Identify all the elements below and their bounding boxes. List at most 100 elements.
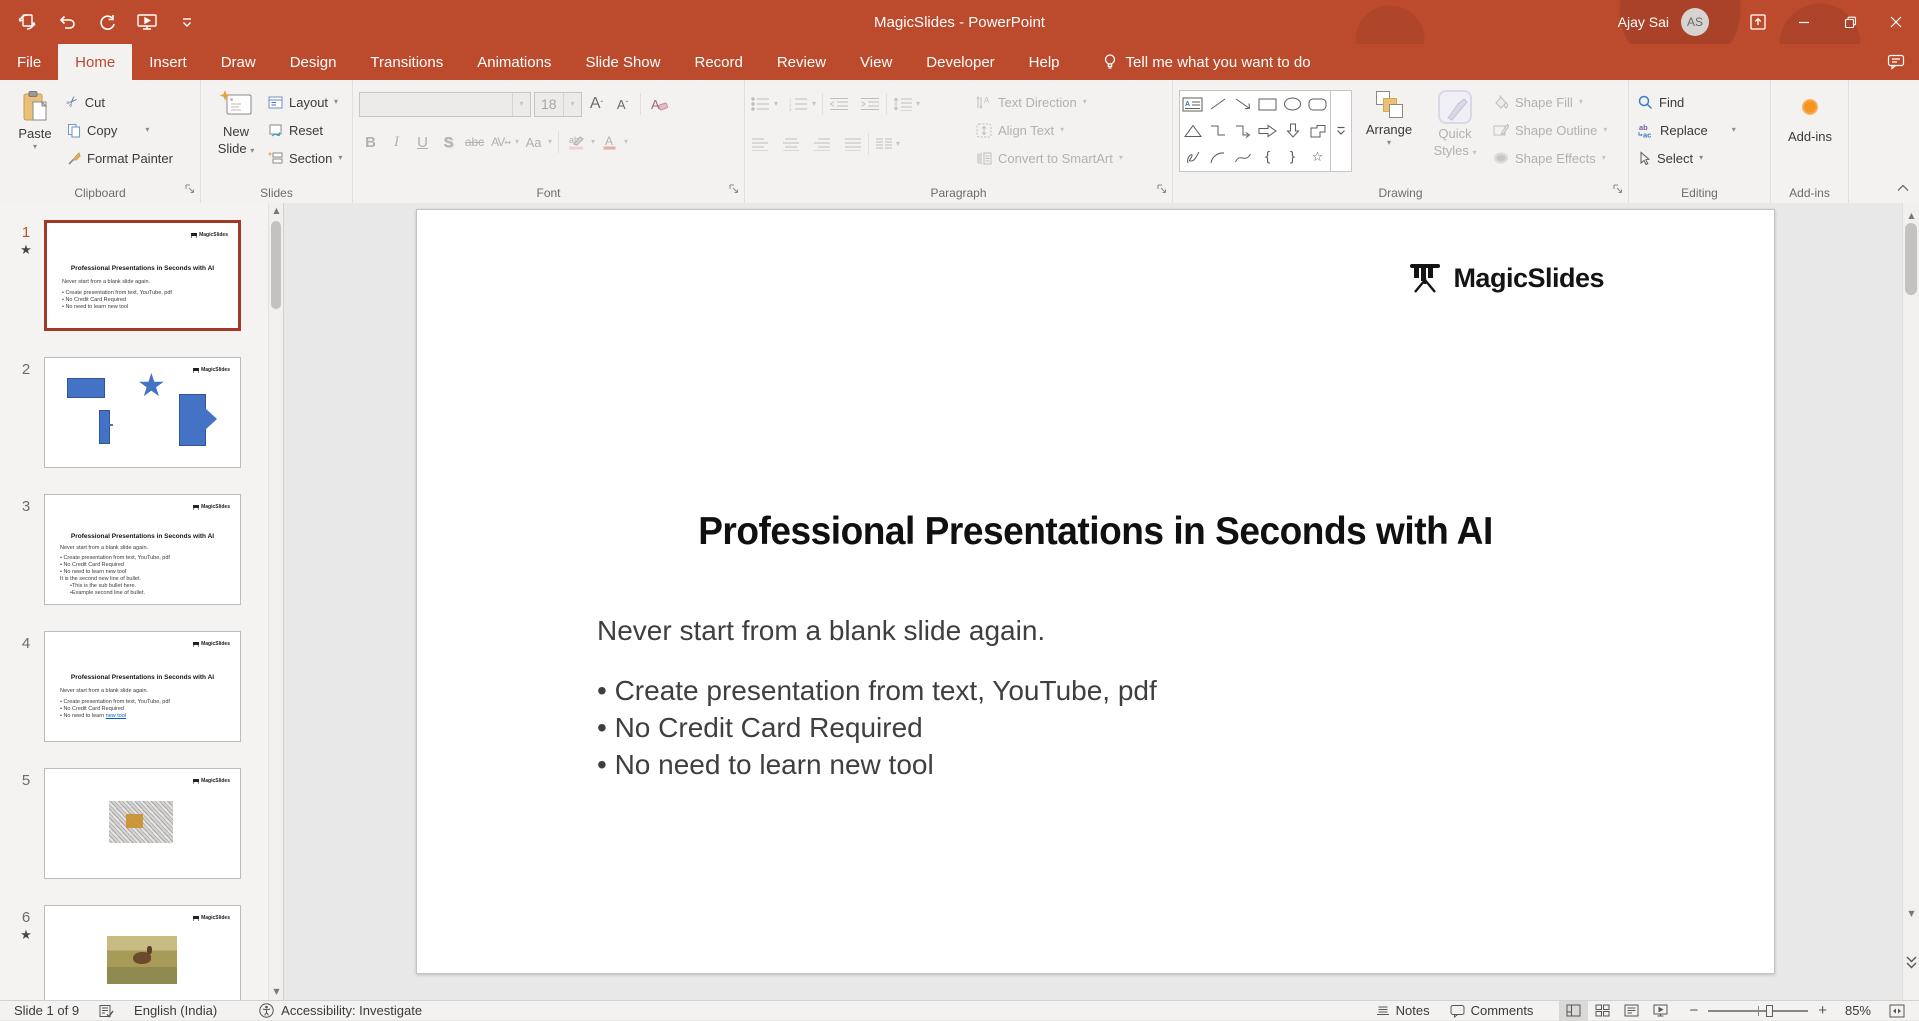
clear-formatting-button[interactable]: A [647, 92, 670, 116]
addins-button[interactable]: Add-ins [1777, 87, 1843, 144]
slide-thumbnail-5[interactable]: MagicSlides [44, 768, 241, 879]
user-name[interactable]: Ajay Sai [1618, 14, 1669, 30]
shape-scribble[interactable] [1180, 144, 1205, 171]
language-selector[interactable]: English (India) [124, 1001, 227, 1021]
bullets-icon[interactable] [751, 97, 771, 111]
shape-effects-button[interactable]: Shape Effects ▾ [1490, 145, 1610, 171]
scroll-up-button[interactable]: ▲ [1903, 205, 1919, 223]
shape-outline-button[interactable]: Shape Outline ▾ [1490, 117, 1610, 143]
accessibility-checker[interactable]: Accessibility: Investigate [249, 1001, 432, 1021]
shape-text-box[interactable]: A [1180, 91, 1205, 118]
text-direction-button[interactable]: A Text Direction ▾ [973, 89, 1126, 115]
shape-curve[interactable] [1230, 144, 1255, 171]
convert-to-smartart-button[interactable]: Convert to SmartArt ▾ [973, 145, 1126, 171]
tab-home[interactable]: Home [58, 44, 132, 80]
slide-subtitle[interactable]: Never start from a blank slide again. [597, 615, 1045, 647]
shape-elbow-arrow-connector[interactable] [1230, 118, 1255, 145]
scrollbar-thumb[interactable] [271, 221, 281, 309]
next-slide-button[interactable] [1903, 955, 1919, 974]
increase-font-size-button[interactable]: Aˆ [585, 92, 608, 116]
align-center-icon[interactable] [782, 138, 800, 151]
tab-review[interactable]: Review [760, 44, 843, 80]
avatar[interactable]: AS [1681, 8, 1709, 36]
shape-down-arrow[interactable] [1280, 118, 1305, 145]
shapes-more-button[interactable] [1331, 90, 1352, 172]
section-button[interactable]: Section ▾ [265, 145, 345, 171]
zoom-percent[interactable]: 85% [1837, 1001, 1879, 1021]
save-button[interactable] [16, 11, 38, 33]
clipboard-dialog-launcher[interactable] [185, 181, 195, 199]
scroll-down-button[interactable]: ▼ [1903, 903, 1919, 921]
drawing-dialog-launcher[interactable] [1613, 181, 1623, 199]
undo-button[interactable] [56, 11, 78, 33]
change-case-button[interactable]: Aa [522, 130, 545, 154]
select-button[interactable]: Select ▾ [1635, 145, 1766, 171]
new-slide-button[interactable]: New Slide ▾ [207, 87, 265, 183]
shape-oval[interactable] [1280, 91, 1305, 118]
shape-line-arrow[interactable] [1230, 91, 1255, 118]
reset-button[interactable]: Reset [265, 117, 345, 143]
slide-counter[interactable]: Slide 1 of 9 [0, 1001, 89, 1021]
font-size-combobox[interactable]: 18 ▾ [534, 92, 582, 117]
shape-arc[interactable] [1205, 144, 1230, 171]
shape-rectangle[interactable] [1255, 91, 1280, 118]
ribbon-display-options-button[interactable] [1735, 0, 1781, 44]
zoom-in-button[interactable]: + [1814, 1001, 1837, 1021]
slide-thumbnail-4[interactable]: MagicSlides Professional Presentations i… [44, 631, 241, 742]
slide-thumbnail-6[interactable]: MagicSlides [44, 905, 241, 1000]
shape-rounded-rectangle[interactable] [1305, 91, 1330, 118]
paragraph-dialog-launcher[interactable] [1157, 181, 1167, 199]
shape-line[interactable] [1205, 91, 1230, 118]
shape-right-arrow[interactable] [1255, 118, 1280, 145]
text-highlight-button[interactable]: ab [565, 130, 588, 154]
shape-elbow-connector[interactable] [1205, 118, 1230, 145]
columns-icon[interactable] [875, 138, 893, 151]
italic-button[interactable]: I [385, 130, 408, 154]
spell-check-button[interactable] [89, 1001, 124, 1021]
zoom-slider[interactable] [1708, 1001, 1808, 1021]
shape-corner[interactable] [1305, 118, 1330, 145]
paste-button[interactable]: Paste ▾ [6, 87, 64, 183]
tab-help[interactable]: Help [1012, 44, 1077, 80]
justify-icon[interactable] [844, 138, 862, 151]
tab-draw[interactable]: Draw [204, 44, 273, 80]
tab-record[interactable]: Record [677, 44, 759, 80]
layout-button[interactable]: Layout ▾ [265, 89, 345, 115]
tab-slide-show[interactable]: Slide Show [568, 44, 677, 80]
copy-button[interactable]: Copy ▾ [64, 117, 176, 143]
tab-insert[interactable]: Insert [132, 44, 204, 80]
minimize-button[interactable] [1781, 0, 1827, 44]
tab-design[interactable]: Design [273, 44, 354, 80]
previous-slide-button[interactable] [1903, 925, 1919, 944]
quick-styles-button[interactable]: Quick Styles ▾ [1426, 87, 1484, 183]
scrollbar-thumb[interactable] [1905, 223, 1917, 295]
align-text-button[interactable]: Align Text ▾ [973, 117, 1126, 143]
format-painter-button[interactable]: Format Painter [64, 145, 176, 171]
scroll-up-button[interactable]: ▲ [269, 203, 284, 219]
slide-thumbnail-2[interactable]: MagicSlides ★ [44, 357, 241, 468]
scroll-down-button[interactable]: ▼ [269, 984, 284, 1000]
arrange-button[interactable]: Arrange ▾ [1358, 87, 1420, 183]
shape-right-brace[interactable]: } [1280, 144, 1305, 171]
tab-file[interactable]: File [0, 44, 58, 80]
tab-view[interactable]: View [843, 44, 909, 80]
shape-star[interactable]: ☆ [1305, 144, 1330, 171]
shape-fill-button[interactable]: Shape Fill ▾ [1490, 89, 1610, 115]
zoom-handle[interactable] [1766, 1005, 1773, 1017]
character-spacing-button[interactable]: AV↔ [489, 130, 512, 154]
normal-view-button[interactable] [1559, 1001, 1588, 1021]
line-spacing-icon[interactable] [893, 97, 913, 111]
notes-button[interactable]: Notes [1366, 1001, 1440, 1021]
decrease-font-size-button[interactable]: Aˇ [611, 92, 634, 116]
align-left-icon[interactable] [751, 138, 769, 151]
redo-button[interactable] [96, 11, 118, 33]
zoom-out-button[interactable]: − [1675, 1001, 1702, 1021]
thumbnail-scrollbar[interactable]: ▲ ▼ [268, 203, 283, 1000]
shape-triangle[interactable] [1180, 118, 1205, 145]
reading-view-button[interactable] [1617, 1001, 1646, 1021]
comments-button[interactable]: Comments [1440, 1001, 1544, 1021]
slide-canvas[interactable]: MagicSlides Professional Presentations i… [416, 209, 1775, 974]
slide-thumbnail-3[interactable]: MagicSlides Professional Presentations i… [44, 494, 241, 605]
shape-left-brace[interactable]: { [1255, 144, 1280, 171]
collapse-ribbon-button[interactable] [1897, 179, 1909, 197]
